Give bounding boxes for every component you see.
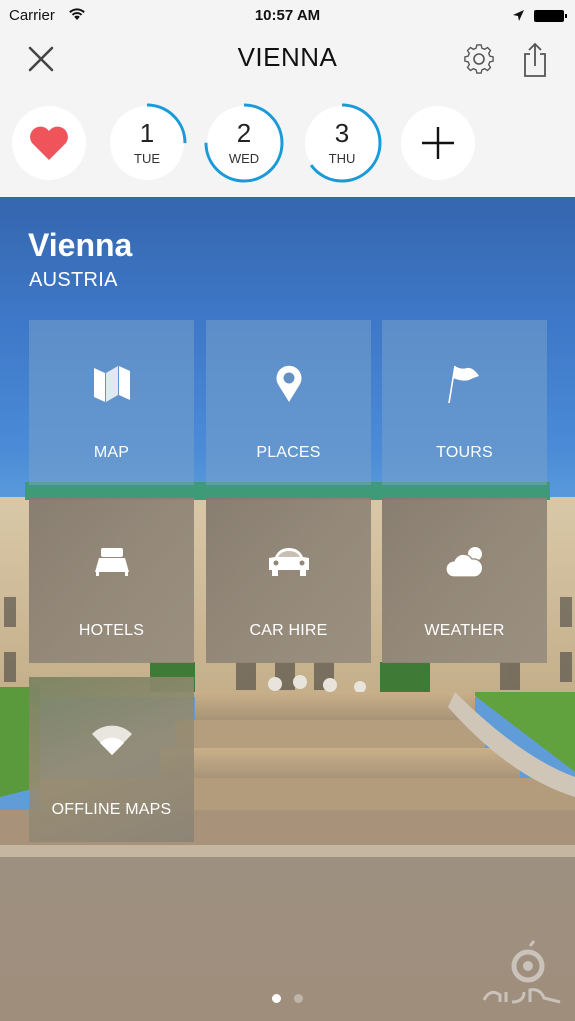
page-dot[interactable] (272, 994, 281, 1003)
day-weekday: THU (328, 151, 356, 166)
day-weekday: WED (228, 151, 260, 166)
tile-label: WEATHER (424, 622, 505, 639)
share-button[interactable] (516, 40, 554, 80)
day-selector: 1 TUE 2 WED 3 THU (0, 90, 575, 197)
add-day-button[interactable] (401, 106, 475, 180)
tile-label: OFFLINE MAPS (51, 801, 172, 818)
day-number: 3 (334, 118, 350, 148)
favorites-button[interactable] (12, 106, 86, 180)
day-button-2[interactable]: 2 WED (204, 103, 284, 183)
country-name: AUSTRIA (29, 269, 118, 291)
tile-places[interactable]: PLACES (206, 320, 371, 485)
nav-bar: VIENNA (0, 32, 575, 90)
clock: 10:57 AM (254, 7, 321, 24)
tile-label: CAR HIRE (249, 622, 328, 639)
plus-icon (401, 106, 475, 180)
close-icon (28, 46, 54, 72)
page-dot[interactable] (294, 994, 303, 1003)
signal-icon (29, 719, 194, 763)
tile-label: TOURS (436, 444, 493, 461)
settings-button[interactable] (460, 42, 498, 78)
car-icon (206, 540, 371, 584)
tile-offline-maps[interactable]: OFFLINE MAPS (29, 677, 194, 842)
battery-icon (534, 10, 567, 22)
tile-weather[interactable]: WEATHER (382, 498, 547, 663)
destination-hero: Vienna AUSTRIA MAP PLACES TOURS HOTELS C… (0, 197, 575, 1021)
tile-car-hire[interactable]: CAR HIRE (206, 498, 371, 663)
tile-map[interactable]: MAP (29, 320, 194, 485)
day-number: 1 (139, 118, 155, 148)
tile-hotels[interactable]: HOTELS (29, 498, 194, 663)
bed-icon (29, 540, 194, 584)
tile-label: HOTELS (78, 622, 145, 639)
gear-icon (464, 44, 494, 74)
location-arrow-icon (512, 9, 525, 26)
day-button-3[interactable]: 3 THU (302, 103, 382, 183)
tile-tours[interactable]: TOURS (382, 320, 547, 485)
map-pin-icon (206, 362, 371, 406)
day-button-1[interactable]: 1 TUE (107, 103, 187, 183)
tile-label: MAP (93, 444, 130, 461)
status-bar: Carrier 10:57 AM (0, 0, 575, 32)
heart-icon (12, 106, 86, 180)
city-name: Vienna (28, 227, 133, 263)
cloud-sun-icon (382, 540, 547, 584)
close-button[interactable] (22, 40, 60, 78)
map-icon (29, 362, 194, 406)
flag-icon (382, 362, 547, 406)
share-icon (524, 42, 546, 77)
day-weekday: TUE (134, 151, 160, 166)
watermark-logo (482, 940, 561, 1004)
tile-label: PLACES (256, 444, 321, 461)
day-number: 2 (236, 118, 252, 148)
